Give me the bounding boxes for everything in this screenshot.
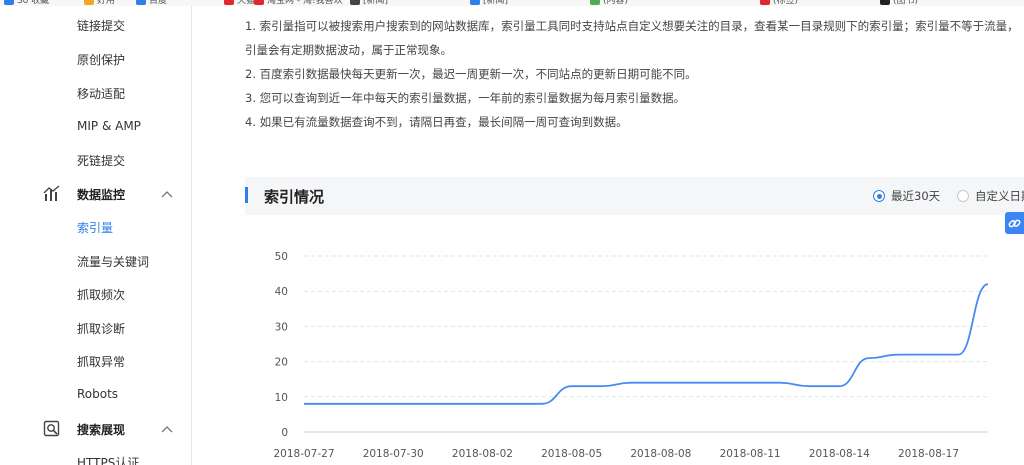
chart-y-tick-label: 10 bbox=[275, 392, 288, 404]
sidebar-item-original-protection[interactable]: 原创保护 bbox=[77, 51, 125, 68]
chart-series-line bbox=[303, 283, 989, 405]
bookmark-favicon-icon bbox=[760, 0, 770, 5]
chart-x-tick-label: 2018-07-27 bbox=[273, 448, 334, 460]
sidebar-item-dead-link[interactable]: 死链提交 bbox=[77, 152, 125, 169]
sidebar: 链接提交 原创保护 移动适配 MIP & AMP 死链提交 数据监控 索引量 流… bbox=[0, 6, 192, 465]
chart-y-tick-label: 20 bbox=[275, 357, 288, 369]
bookmark-favicon-icon bbox=[136, 0, 146, 5]
bookmark-favicon-icon bbox=[880, 0, 890, 5]
sidebar-item-https[interactable]: HTTPS认证 bbox=[77, 454, 139, 465]
bookmark-favicon-icon bbox=[254, 0, 264, 5]
chart-y-tick-label: 30 bbox=[275, 321, 288, 333]
chart-x-tick-label: 2018-08-08 bbox=[630, 448, 691, 460]
sidebar-group-label: 数据监控 bbox=[77, 188, 126, 202]
bookmark-favicon-icon bbox=[84, 0, 94, 5]
chart-x-tick-label: 2018-08-17 bbox=[898, 448, 959, 460]
bookmark-item[interactable]: 好用 bbox=[84, 0, 115, 6]
chart-x-tick-label: 2018-08-14 bbox=[809, 448, 870, 460]
index-volume-chart: 0 10 20 30 40 50 2018-07-27 2018-07-30 2018-08-0… bbox=[273, 251, 989, 460]
sidebar-item-link-submit[interactable]: 链接提交 bbox=[77, 17, 125, 34]
sidebar-item-crawl-diagnosis[interactable]: 抓取诊断 bbox=[77, 320, 125, 337]
bookmark-item[interactable]: [新闻] bbox=[350, 0, 388, 6]
chart-y-tick-label: 40 bbox=[275, 286, 288, 298]
bookmark-item[interactable]: (图书) bbox=[880, 0, 918, 6]
bookmark-item[interactable]: (标签) bbox=[760, 0, 798, 6]
bookmark-item[interactable]: 淘宝网 - 淘!我喜欢 bbox=[254, 0, 343, 6]
chevron-up-icon bbox=[161, 191, 173, 198]
bookmark-favicon-icon bbox=[470, 0, 480, 5]
bookmark-item[interactable]: (内容) bbox=[590, 0, 628, 6]
sidebar-group-data-monitor[interactable]: 数据监控 bbox=[0, 182, 192, 206]
main-content: 1. 索引量指可以被搜索用户搜索到的网站数据库，索引量工具同时支持站点自定义想要… bbox=[193, 6, 1024, 465]
chart-y-tick-label: 0 bbox=[281, 427, 288, 439]
bookmark-item[interactable]: So 收藏 bbox=[4, 0, 49, 6]
bookmark-favicon-icon bbox=[4, 0, 14, 5]
bookmark-favicon-icon bbox=[350, 0, 360, 5]
chevron-up-icon bbox=[161, 426, 173, 433]
search-display-icon bbox=[43, 420, 60, 437]
sidebar-group-search-display[interactable]: 搜索展现 bbox=[0, 417, 192, 441]
sidebar-item-crawl-errors[interactable]: 抓取异常 bbox=[77, 353, 125, 370]
sidebar-item-crawl-frequency[interactable]: 抓取频次 bbox=[77, 286, 125, 303]
chart-x-tick-label: 2018-08-05 bbox=[541, 448, 602, 460]
chart-bars-icon bbox=[43, 185, 60, 201]
chart-x-tick-label: 2018-08-02 bbox=[452, 448, 513, 460]
sidebar-item-traffic-keywords[interactable]: 流量与关键词 bbox=[77, 253, 149, 270]
sidebar-item-mobile-adaptation[interactable]: 移动适配 bbox=[77, 85, 125, 102]
sidebar-group-label: 搜索展现 bbox=[77, 423, 126, 437]
chart-y-tick-label: 50 bbox=[275, 251, 288, 263]
bookmark-item[interactable]: 百度 bbox=[136, 0, 167, 6]
bookmark-item[interactable]: 天猫 bbox=[224, 0, 255, 6]
chart-x-tick-label: 2018-07-30 bbox=[363, 448, 424, 460]
sidebar-item-robots[interactable]: Robots bbox=[77, 387, 118, 401]
sidebar-item-mip-amp[interactable]: MIP & AMP bbox=[77, 119, 141, 133]
bookmark-favicon-icon bbox=[590, 0, 600, 5]
bookmark-favicon-icon bbox=[224, 0, 234, 5]
chart-x-tick-label: 2018-08-11 bbox=[720, 448, 781, 460]
bookmark-item[interactable]: [新闻] bbox=[470, 0, 508, 6]
sidebar-item-index-volume[interactable]: 索引量 bbox=[77, 219, 113, 236]
